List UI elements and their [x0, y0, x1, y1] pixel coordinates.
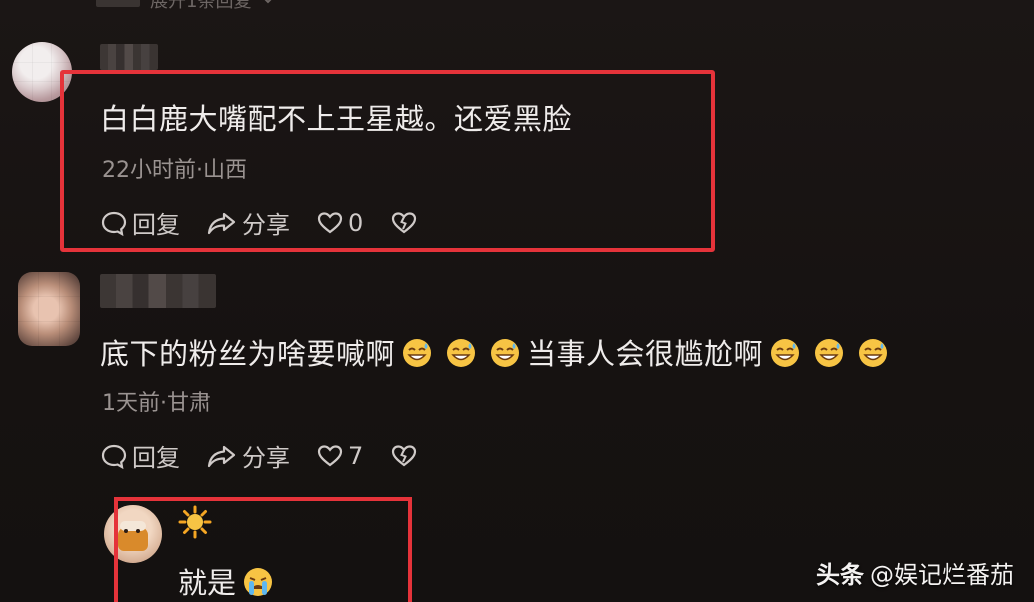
comment-text-part: 底下的粉丝为啥要喊啊	[100, 337, 396, 371]
expand-replies-link[interactable]: 展开1条回复	[96, 0, 396, 14]
comment-text: 底下的粉丝为啥要喊啊 当事人会很尴尬啊	[100, 331, 895, 373]
comment-screen: 展开1条回复 白白鹿大嘴配不上王星越。还爱黑脸 22小时前·山西 回复 分享 0…	[0, 0, 1034, 602]
reply-label: 回复	[132, 444, 180, 472]
watermark: 头条 @娱记烂番茄	[816, 555, 1014, 590]
blurred-block	[96, 0, 140, 7]
reply-button[interactable]: 回复	[100, 438, 180, 473]
grinning-sweat-emoji	[447, 339, 476, 367]
dislike-button[interactable]	[389, 442, 419, 470]
like-button[interactable]: 7	[316, 442, 363, 470]
chevron-down-icon	[265, 0, 272, 4]
like-count: 7	[348, 441, 364, 470]
comment-actions: 回复 分享 7	[100, 438, 445, 473]
grinning-sweat-emoji	[491, 339, 520, 367]
grinning-sweat-emoji	[771, 339, 800, 367]
heart-icon	[317, 444, 343, 466]
watermark-handle: @娱记烂番茄	[870, 561, 1014, 589]
comment-meta: 1天前·甘肃	[102, 391, 211, 416]
grinning-sweat-emoji	[815, 339, 844, 367]
comment-text-part: 当事人会很尴尬啊	[527, 337, 764, 371]
share-icon	[207, 445, 236, 467]
blurred-username[interactable]	[100, 274, 216, 308]
highlight-box	[114, 497, 412, 602]
highlight-box	[60, 70, 715, 252]
blurred-username[interactable]	[100, 44, 158, 70]
grinning-sweat-emoji	[403, 339, 432, 367]
grinning-sweat-emoji	[859, 339, 888, 367]
dislike-heart-icon	[392, 444, 417, 466]
share-label: 分享	[242, 444, 290, 472]
watermark-brand: 头条	[816, 561, 864, 589]
expand-replies-label: 展开1条回复	[150, 0, 252, 12]
share-button[interactable]: 分享	[206, 438, 290, 473]
avatar[interactable]	[18, 272, 80, 346]
comment-icon	[101, 444, 127, 469]
